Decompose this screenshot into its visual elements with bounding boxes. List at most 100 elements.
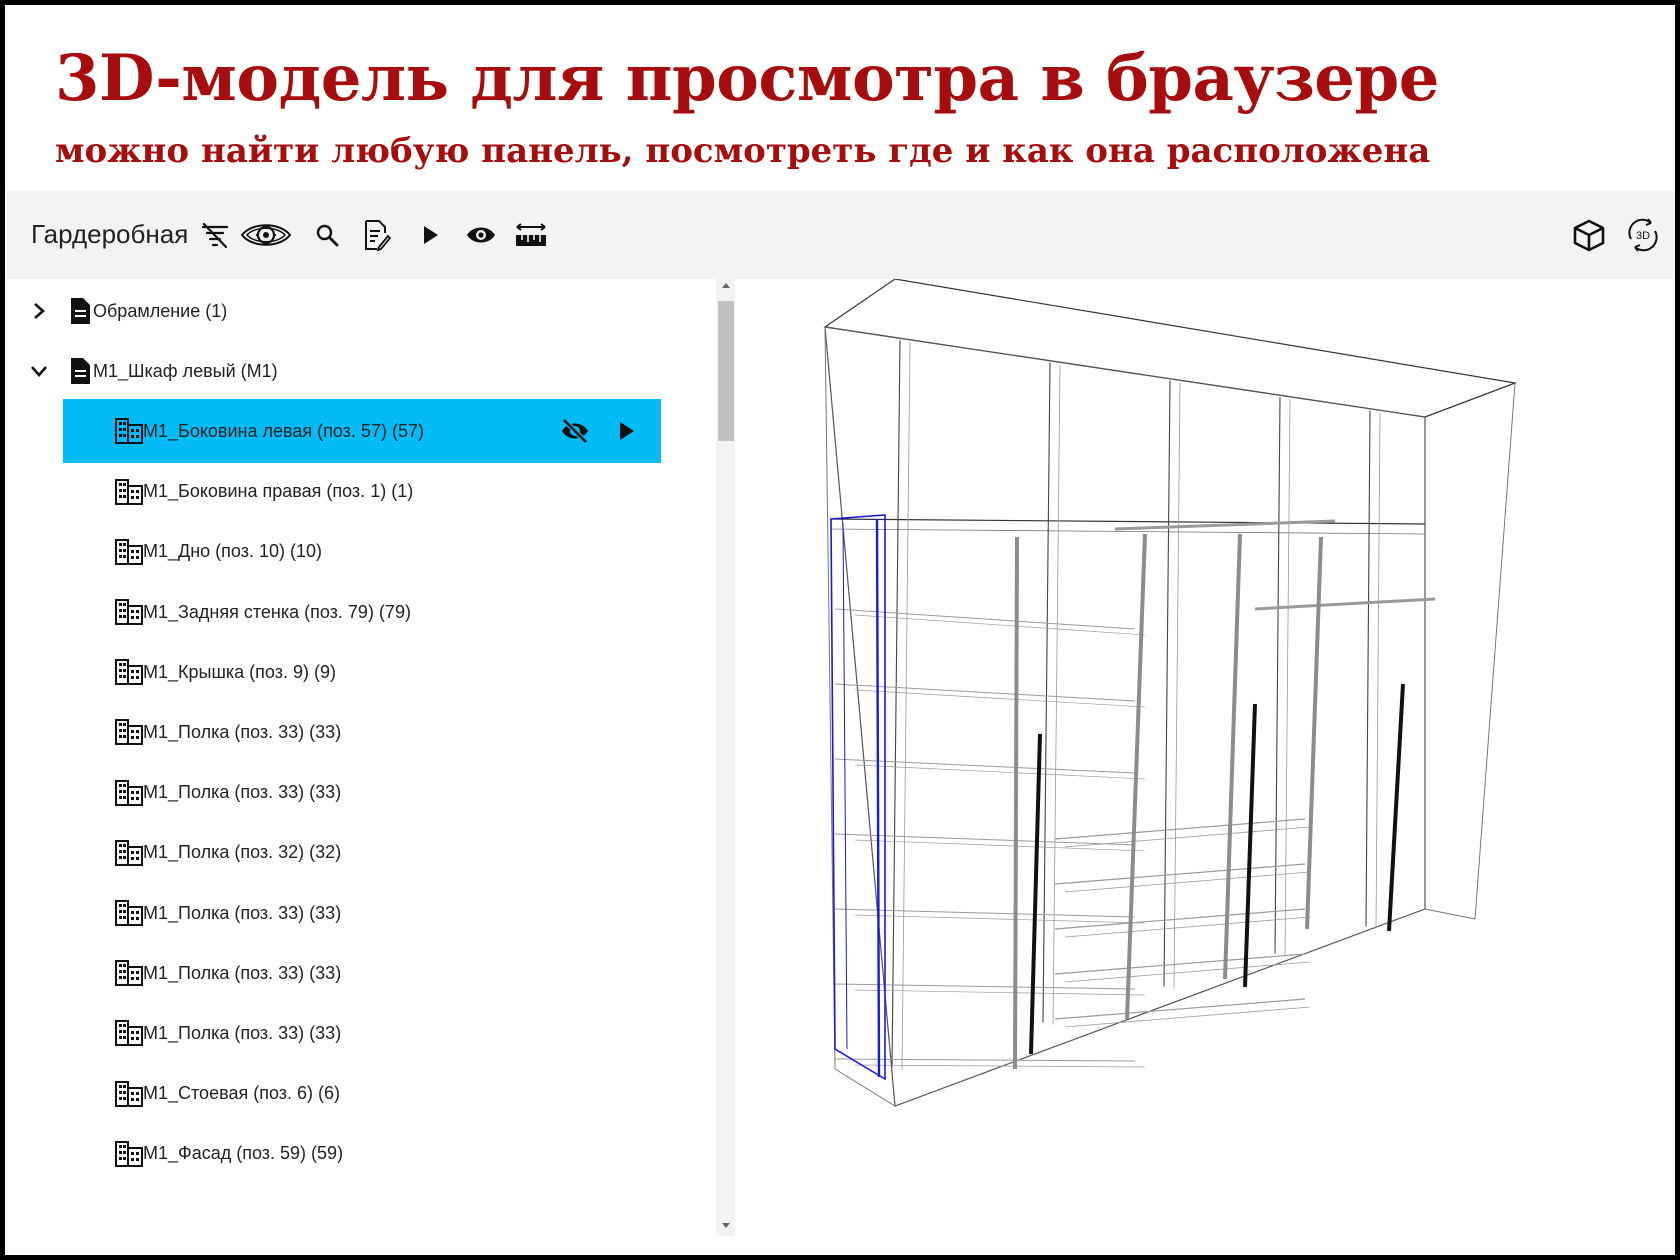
tree-group[interactable]: Обрамление (1)	[7, 279, 707, 343]
filter-off-icon[interactable]	[193, 213, 237, 257]
selected-left-side	[875, 518, 881, 1078]
tree-item-label: M1_Боковина правая (поз. 1) (1)	[143, 481, 414, 502]
drawer-edge	[1054, 863, 1306, 885]
panel-icon	[115, 839, 143, 866]
panel-icon	[115, 1020, 143, 1047]
panel-icon	[115, 599, 143, 625]
door-edge	[901, 342, 911, 1070]
mezzanine-line	[829, 518, 1426, 525]
drawer-edge	[1054, 818, 1306, 840]
wardrobe-model[interactable]	[735, 279, 1675, 1236]
drawer-edge	[1064, 871, 1311, 893]
tree-item[interactable]: M1_Полка (поз. 33) (33)	[63, 1001, 661, 1065]
panel-icon	[115, 538, 143, 565]
rotate-3d-icon[interactable]: 3D	[1621, 213, 1665, 257]
upright-panel	[1223, 533, 1242, 980]
play-icon[interactable]	[609, 413, 645, 449]
tree-group-label: Обрамление (1)	[93, 300, 228, 321]
panel-icon	[115, 1080, 143, 1107]
panel-icon	[115, 900, 143, 926]
promo-banner: 3D-модель для просмотра в браузере можно…	[5, 5, 1675, 191]
door-edge	[1052, 364, 1061, 1025]
object-tree-panel: Обрамление (1) M1_Шкаф левый (M1) M1_Боков…	[7, 279, 735, 1236]
tree-item-label: M1_Дно (поз. 10) (10)	[143, 541, 322, 562]
door-handle	[1029, 733, 1042, 1055]
eye-gear-icon[interactable]	[239, 213, 293, 257]
tree-item-label: M1_Фасад (поз. 59) (59)	[143, 1143, 344, 1164]
door-edge	[891, 340, 901, 1068]
tree-group-label: M1_Шкаф левый (M1)	[93, 360, 278, 381]
tree-item[interactable]: M1_Крышка (поз. 9) (9)	[63, 640, 661, 704]
chevron-down-icon[interactable]	[27, 359, 51, 383]
wireframe-edge	[1424, 908, 1476, 920]
tree-item-label: M1_Задняя стенка (поз. 79) (79)	[143, 601, 411, 622]
door-handle	[1387, 683, 1405, 932]
tree-item[interactable]: M1_Боковина левая (поз. 57) (57)	[63, 399, 661, 464]
tree-item[interactable]: M1_Полка (поз. 32) (32)	[63, 821, 661, 885]
app-frame: 3D-модель для просмотра в браузере можно…	[0, 0, 1680, 1260]
drawer-edge	[1054, 953, 1306, 975]
chevron-right-icon[interactable]	[27, 299, 51, 323]
rotate-3d-badge: 3D	[1636, 230, 1650, 242]
3d-viewport[interactable]	[735, 279, 1675, 1236]
drawer-edge	[1064, 1006, 1311, 1028]
eye-icon[interactable]	[459, 213, 503, 257]
door-edge	[1284, 399, 1291, 956]
wireframe-edge	[1474, 382, 1516, 920]
hanger-rail	[1254, 597, 1436, 611]
scroll-up-arrow[interactable]	[716, 281, 735, 295]
panel-icon	[115, 659, 143, 686]
upright-panel	[1125, 533, 1147, 1020]
banner-title: 3D-модель для просмотра в браузере	[55, 41, 1439, 116]
shelf-edge	[834, 983, 1136, 990]
project-name: Гардеробная	[31, 219, 189, 249]
document-icon	[69, 297, 91, 325]
tree-scrollbar[interactable]	[716, 279, 735, 1236]
tree-item-label: M1_Полка (поз. 33) (33)	[143, 902, 342, 923]
tree-item-label: M1_Полка (поз. 32) (32)	[143, 842, 342, 863]
panel-icon	[115, 960, 143, 987]
shelf-edge	[854, 989, 1146, 996]
tree-item[interactable]: M1_Полка (поз. 33) (33)	[63, 700, 661, 764]
panel-icon	[115, 779, 143, 806]
upright-panel	[1305, 536, 1323, 930]
door-edge	[1042, 362, 1051, 1023]
cube-icon[interactable]	[1567, 213, 1611, 257]
ruler-icon[interactable]	[509, 213, 553, 257]
scroll-thumb[interactable]	[718, 301, 734, 441]
shelf-edge	[854, 689, 1146, 708]
drawer-edge	[1064, 961, 1311, 983]
door-edge	[1163, 380, 1171, 987]
edit-note-icon[interactable]	[355, 213, 399, 257]
tree-item-label: M1_Полка (поз. 33) (33)	[143, 962, 342, 983]
tree-item[interactable]: M1_Дно (поз. 10) (10)	[63, 520, 661, 584]
door-edge	[1375, 412, 1381, 929]
tree-item-label: M1_Боковина левая (поз. 57) (57)	[143, 420, 424, 441]
play-icon[interactable]	[409, 213, 453, 257]
wireframe-edge	[824, 326, 836, 1070]
door-handle	[1243, 703, 1257, 988]
tree-item-label: M1_Полка (поз. 33) (33)	[143, 1022, 342, 1043]
upright-panel	[1013, 536, 1019, 1070]
wireframe-edge	[1424, 382, 1516, 418]
tree-item[interactable]: M1_Фасад (поз. 59) (59)	[63, 1122, 661, 1186]
tree-item[interactable]: M1_Задняя стенка (поз. 79) (79)	[63, 580, 661, 644]
tree-group[interactable]: M1_Шкаф левый (M1)	[7, 339, 707, 403]
panel-icon	[115, 719, 143, 746]
tree-item[interactable]: M1_Полка (поз. 33) (33)	[63, 941, 661, 1005]
door-edge	[1274, 397, 1281, 954]
shelf-edge	[854, 614, 1146, 636]
shelf-edge	[854, 839, 1146, 852]
panel-icon	[115, 418, 143, 445]
door-edge	[1173, 382, 1181, 989]
tree-item-label: M1_Полка (поз. 33) (33)	[143, 782, 342, 803]
tree-item[interactable]: M1_Боковина правая (поз. 1) (1)	[63, 460, 661, 524]
tree-item[interactable]: M1_Стоевая (поз. 6) (6)	[63, 1062, 661, 1126]
eye-off-icon[interactable]	[557, 413, 593, 449]
wireframe-edge	[834, 1068, 896, 1107]
search-icon[interactable]	[305, 213, 349, 257]
tree-item[interactable]: M1_Полка (поз. 33) (33)	[63, 761, 661, 825]
scroll-down-arrow[interactable]	[716, 1222, 735, 1236]
tree-item[interactable]: M1_Полка (поз. 33) (33)	[63, 881, 661, 945]
tree-item-label: M1_Стоевая (поз. 6) (6)	[143, 1083, 341, 1104]
